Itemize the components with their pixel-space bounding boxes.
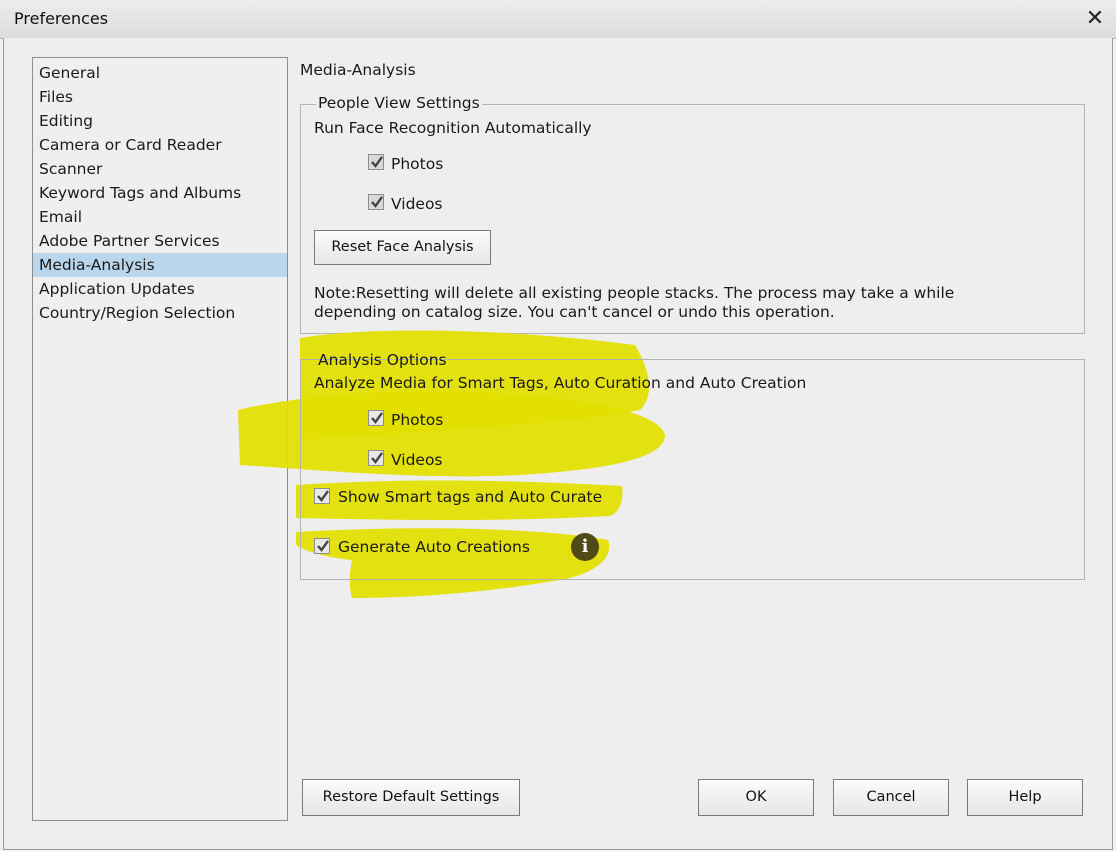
title-bar: Preferences ✕: [0, 0, 1116, 39]
sidebar-item-files[interactable]: Files: [33, 85, 287, 109]
analysis-photos-checkbox[interactable]: [368, 410, 384, 426]
smart-tags-label: Show Smart tags and Auto Curate: [338, 488, 603, 506]
reset-face-analysis-button[interactable]: Reset Face Analysis: [314, 230, 491, 265]
checkmark-icon: [371, 452, 383, 464]
auto-creations-checkbox[interactable]: [314, 538, 330, 554]
page-title: Media-Analysis: [300, 61, 416, 79]
reset-note-line-2: depending on catalog size. You can't can…: [314, 303, 835, 321]
checkmark-icon: [317, 490, 329, 502]
people-photos-label: Photos: [391, 155, 444, 173]
checkmark-icon: [371, 412, 383, 424]
sidebar-item-keyword-tags[interactable]: Keyword Tags and Albums: [33, 181, 287, 205]
sidebar-item-scanner[interactable]: Scanner: [33, 157, 287, 181]
auto-creations-label: Generate Auto Creations: [338, 538, 530, 556]
help-label: Help: [1008, 789, 1042, 805]
checkmark-icon: [371, 156, 383, 168]
sidebar-item-media-analysis[interactable]: Media-Analysis: [33, 253, 287, 277]
sidebar-item-partner-services[interactable]: Adobe Partner Services: [33, 229, 287, 253]
window-title: Preferences: [14, 9, 109, 28]
restore-defaults-button[interactable]: Restore Default Settings: [302, 779, 520, 816]
people-view-legend: People View Settings: [316, 94, 482, 112]
close-icon[interactable]: ✕: [1080, 4, 1110, 34]
sidebar-item-editing[interactable]: Editing: [33, 109, 287, 133]
people-photos-checkbox[interactable]: [368, 154, 384, 170]
people-videos-checkbox[interactable]: [368, 194, 384, 210]
cancel-button[interactable]: Cancel: [833, 779, 949, 816]
restore-defaults-label: Restore Default Settings: [322, 789, 500, 805]
category-list: General Files Editing Camera or Card Rea…: [32, 57, 288, 821]
ok-button[interactable]: OK: [698, 779, 814, 816]
cancel-label: Cancel: [866, 789, 916, 805]
ok-label: OK: [745, 789, 767, 805]
analyze-media-label: Analyze Media for Smart Tags, Auto Curat…: [314, 374, 807, 392]
sidebar-item-general[interactable]: General: [33, 61, 287, 85]
analysis-videos-checkbox[interactable]: [368, 450, 384, 466]
run-face-recognition-label: Run Face Recognition Automatically: [314, 119, 592, 137]
checkmark-icon: [317, 540, 329, 552]
people-videos-label: Videos: [391, 195, 443, 213]
sidebar-item-email[interactable]: Email: [33, 205, 287, 229]
checkmark-icon: [371, 196, 383, 208]
sidebar-item-application-updates[interactable]: Application Updates: [33, 277, 287, 301]
reset-face-analysis-label: Reset Face Analysis: [331, 239, 474, 255]
analysis-videos-label: Videos: [391, 451, 443, 469]
sidebar-item-country-region[interactable]: Country/Region Selection: [33, 301, 287, 325]
analysis-options-legend: Analysis Options: [318, 351, 447, 369]
sidebar-item-camera[interactable]: Camera or Card Reader: [33, 133, 287, 157]
smart-tags-checkbox[interactable]: [314, 488, 330, 504]
reset-note-line-1: Note:Resetting will delete all existing …: [314, 284, 955, 302]
info-icon[interactable]: i: [571, 533, 599, 561]
help-button[interactable]: Help: [967, 779, 1083, 816]
analysis-photos-label: Photos: [391, 411, 444, 429]
